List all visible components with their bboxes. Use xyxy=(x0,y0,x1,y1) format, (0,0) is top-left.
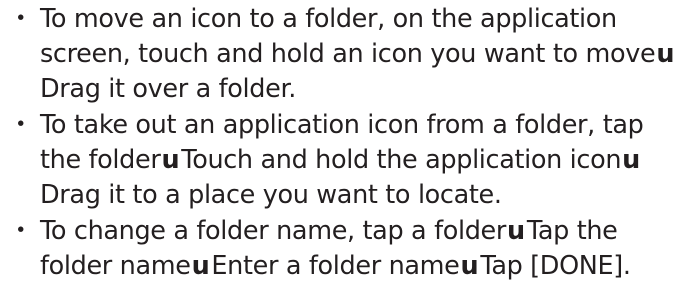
step-text: Drag it to a place you want to locate. xyxy=(40,180,502,210)
instruction-list: ・ To move an icon to a folder, on the app… xyxy=(0,2,688,285)
step-arrow-icon: u xyxy=(161,145,180,175)
instruction-item: ・ To take out an application icon from a … xyxy=(0,108,688,213)
step-text: Enter a folder name xyxy=(211,251,460,281)
step-text: Drag it over a folder. xyxy=(40,74,297,104)
step-arrow-icon: u xyxy=(622,145,640,175)
step-text: Touch and hold the application icon xyxy=(181,145,622,175)
step-arrow-icon: u xyxy=(460,251,479,281)
bullet-icon: ・ xyxy=(8,4,34,34)
step-text: Tap [DONE]. xyxy=(480,251,631,281)
instruction-item: ・ To move an icon to a folder, on the app… xyxy=(0,2,688,107)
step-arrow-icon: u xyxy=(507,216,525,246)
step-arrow-icon: u xyxy=(656,39,675,69)
step-text: To change a folder name, tap a folder xyxy=(40,216,507,246)
step-arrow-icon: u xyxy=(191,251,210,281)
step-text: To move an icon to a folder, on the appl… xyxy=(40,4,656,69)
bullet-icon: ・ xyxy=(8,216,34,246)
bullet-icon: ・ xyxy=(8,110,34,140)
instruction-item: ・ To change a folder name, tap a folderuT… xyxy=(0,214,688,284)
